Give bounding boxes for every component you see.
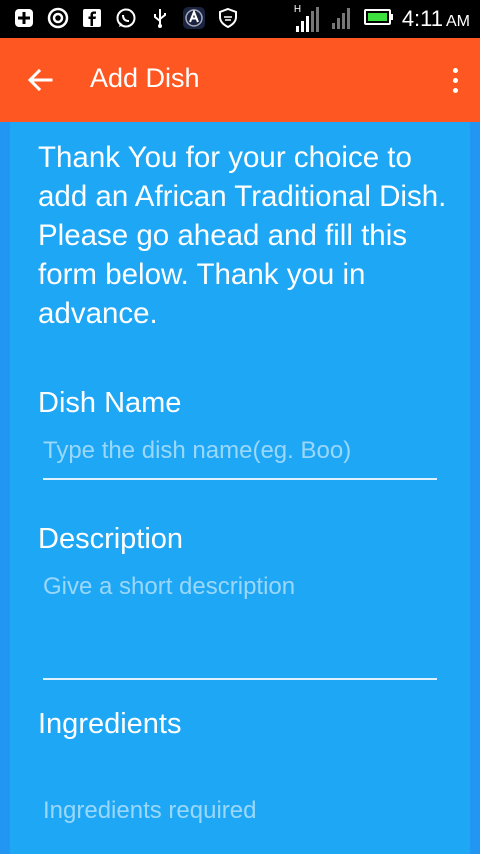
- target-icon: [46, 6, 70, 30]
- description-underline: [43, 678, 437, 680]
- ingredients-input[interactable]: Ingredients required: [43, 797, 437, 825]
- dish-name-underline: [43, 478, 437, 480]
- ingredients-label: Ingredients: [38, 708, 182, 740]
- clock-ampm: AM: [446, 13, 470, 30]
- description-input[interactable]: Give a short description: [43, 573, 437, 601]
- whatsapp-icon: [114, 6, 138, 30]
- app-bar: Add Dish: [0, 38, 480, 122]
- dish-name-input[interactable]: Type the dish name(eg. Boo): [43, 437, 437, 465]
- dish-name-label: Dish Name: [38, 387, 182, 419]
- overflow-menu-button[interactable]: [448, 60, 462, 100]
- usb-icon: [148, 6, 172, 30]
- clock: 4:11 AM: [402, 6, 470, 32]
- network-type-label: H: [293, 4, 302, 15]
- signal-h-icon: H: [294, 4, 322, 34]
- more-vert-icon: [452, 67, 458, 73]
- system-status: H 4:11 AM: [294, 0, 470, 38]
- status-bar: H 4:11 AM: [0, 0, 480, 38]
- signal-icon: [330, 3, 356, 35]
- back-button[interactable]: [20, 60, 60, 100]
- description-label: Description: [38, 523, 184, 555]
- shield-icon: [216, 6, 240, 30]
- battery-icon: [363, 8, 394, 30]
- notification-icons: [12, 6, 240, 30]
- facebook-icon: [80, 6, 104, 30]
- intro-text: Thank You for your choice to add an Afri…: [38, 141, 447, 330]
- clock-time: 4:11: [401, 6, 443, 31]
- arrow-back-icon: [27, 68, 53, 92]
- add-box-icon: [12, 6, 36, 30]
- page-title: Add Dish: [90, 63, 200, 93]
- app-a-icon: [182, 6, 206, 30]
